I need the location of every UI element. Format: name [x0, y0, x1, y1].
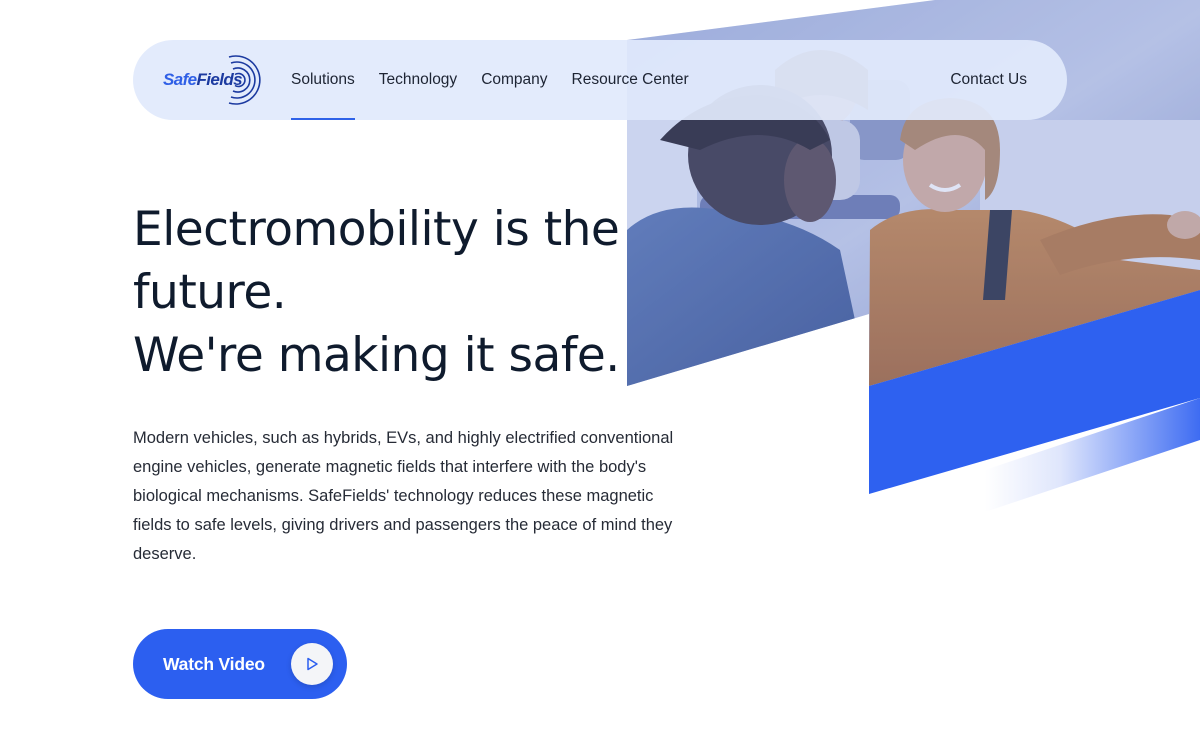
landing-page: SafeFields Solutions Technology Company …: [0, 0, 1200, 750]
contact-us-link[interactable]: Contact Us: [950, 71, 1027, 89]
nav-link-technology[interactable]: Technology: [379, 40, 457, 120]
play-icon: [291, 643, 333, 685]
hero-headline: Electromobility is the future. We're mak…: [133, 198, 633, 387]
nav-link-resource-center[interactable]: Resource Center: [572, 40, 689, 120]
headline-line-3: We're making it safe.: [133, 328, 620, 383]
nav-link-company[interactable]: Company: [481, 40, 547, 120]
nav-links: Solutions Technology Company Resource Ce…: [291, 40, 713, 120]
safefields-logo[interactable]: SafeFields: [163, 40, 291, 120]
main-navigation: SafeFields Solutions Technology Company …: [133, 40, 1067, 120]
logo-wordmark: SafeFields: [163, 70, 243, 89]
headline-line-1: Electromobility is the: [133, 202, 620, 257]
watch-video-button[interactable]: Watch Video: [133, 629, 347, 699]
hero-description: Modern vehicles, such as hybrids, EVs, a…: [133, 429, 674, 563]
nav-link-solutions[interactable]: Solutions: [291, 40, 355, 120]
watch-video-label: Watch Video: [163, 653, 265, 674]
headline-line-2: future.: [133, 265, 287, 320]
